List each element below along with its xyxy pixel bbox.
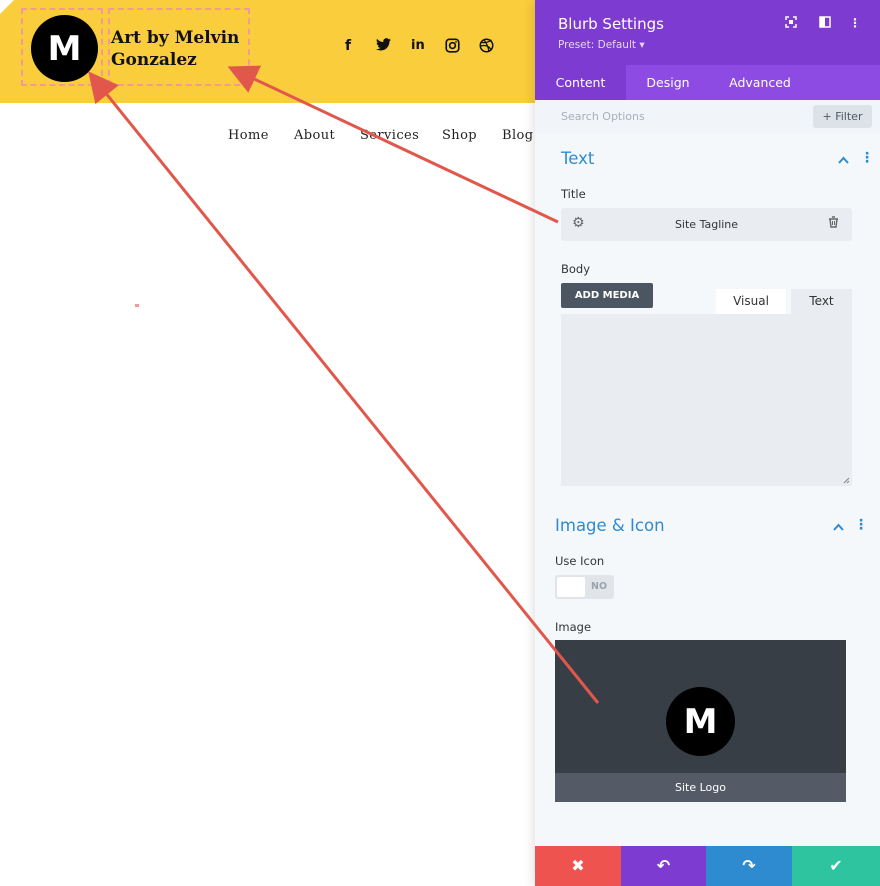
chevron-up-icon[interactable] xyxy=(838,153,849,167)
panel-header: Blurb Settings Preset: Default ▾ ⋮ xyxy=(535,0,880,65)
chevron-up-icon[interactable] xyxy=(833,520,844,534)
toggle-knob xyxy=(557,577,585,597)
image-logo-letter: M xyxy=(683,701,718,742)
redo-button[interactable]: ↷ xyxy=(706,846,792,886)
instagram-icon[interactable] xyxy=(445,38,460,57)
stray-marker xyxy=(135,304,139,307)
section-image-icon-title[interactable]: Image & Icon xyxy=(555,516,665,535)
search-options-input[interactable]: Search Options xyxy=(561,110,645,123)
tab-content[interactable]: Content xyxy=(535,65,626,100)
dribbble-icon[interactable] xyxy=(479,38,494,57)
title-field[interactable]: ⚙ Site Tagline xyxy=(561,208,852,241)
panel-title: Blurb Settings xyxy=(558,15,664,33)
image-caption: Site Logo xyxy=(555,773,846,802)
nav-about[interactable]: About xyxy=(294,128,335,143)
save-button[interactable]: ✔ xyxy=(792,846,880,886)
twitter-icon[interactable] xyxy=(376,38,391,55)
search-options-bar: Search Options + Filter xyxy=(535,100,880,133)
arrow-to-logo xyxy=(88,71,600,704)
trash-icon[interactable] xyxy=(828,216,839,231)
nav-shop[interactable]: Shop xyxy=(442,128,477,143)
body-label: Body xyxy=(561,262,591,276)
facebook-icon[interactable]: f xyxy=(345,38,351,54)
preset-dropdown[interactable]: Preset: Default ▾ xyxy=(558,39,645,51)
title-label: Title xyxy=(561,187,586,201)
image-preview[interactable]: M Site Logo xyxy=(555,640,846,802)
title-value: Site Tagline xyxy=(674,218,739,231)
site-title[interactable]: Art by Melvin Gonzalez xyxy=(111,27,251,71)
tab-design[interactable]: Design xyxy=(626,65,710,100)
more-options-icon[interactable]: ⋮ xyxy=(849,16,861,30)
use-icon-label: Use Icon xyxy=(555,554,605,568)
editor-tab-visual[interactable]: Visual xyxy=(716,289,786,314)
panel-tabs: Content Design Advanced xyxy=(535,65,880,100)
toggle-state: NO xyxy=(591,581,608,592)
nav-home[interactable]: Home xyxy=(228,128,269,143)
blurb-settings-panel: Blurb Settings Preset: Default ▾ ⋮ Conte… xyxy=(535,0,880,886)
section-menu-icon[interactable]: ⋮ xyxy=(860,150,874,166)
undo-button[interactable]: ↶ xyxy=(621,846,706,886)
editor-tab-text[interactable]: Text xyxy=(791,289,852,314)
section-text-title[interactable]: Text xyxy=(561,149,594,168)
use-icon-toggle[interactable]: NO xyxy=(555,575,614,599)
header-corner xyxy=(0,0,14,14)
image-label: Image xyxy=(555,620,592,634)
logo-letter: M xyxy=(47,28,82,69)
linkedin-icon[interactable]: in xyxy=(411,38,425,53)
site-logo[interactable]: M xyxy=(31,15,98,82)
nav-services[interactable]: Services xyxy=(360,128,419,143)
body-textarea[interactable] xyxy=(561,314,852,486)
resize-handle-icon[interactable] xyxy=(843,477,850,484)
tab-advanced[interactable]: Advanced xyxy=(710,65,810,100)
section-menu-icon[interactable]: ⋮ xyxy=(854,517,868,533)
image-logo: M xyxy=(666,687,735,756)
add-media-button[interactable]: ADD MEDIA xyxy=(561,283,653,308)
cancel-button[interactable]: ✖ xyxy=(535,846,621,886)
split-view-icon[interactable] xyxy=(819,16,831,31)
nav-blog[interactable]: Blog xyxy=(502,128,533,143)
filter-button[interactable]: + Filter xyxy=(813,105,872,128)
fullscreen-icon[interactable] xyxy=(785,16,797,31)
